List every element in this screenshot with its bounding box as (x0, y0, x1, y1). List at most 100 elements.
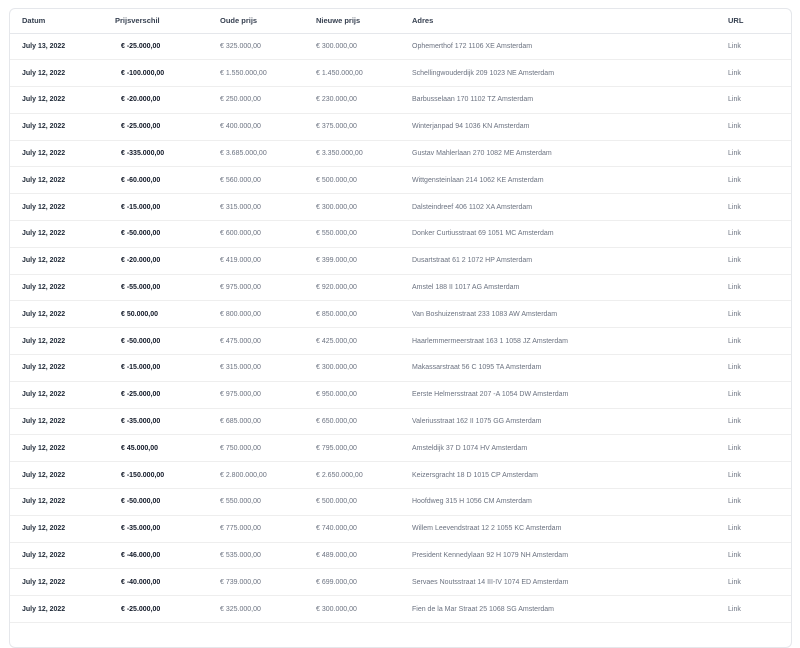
table-row: July 12, 2022 € -20.000,00 € 250.000,00 € 2… (10, 87, 791, 114)
cell-new-price: € 489.000,00 (316, 552, 357, 560)
cell-price-difference: € -50.000,00 (115, 328, 220, 355)
listing-link[interactable]: Link (728, 338, 741, 345)
table-row: July 12, 2022 € -60.000,00 € 560.000,00 € 5… (10, 167, 791, 194)
cell-url: Link (728, 542, 791, 569)
cell-address: President Kennedylaan 92 H 1079 NH Amste… (412, 552, 569, 560)
listing-link[interactable]: Link (728, 498, 741, 505)
cell-old-price: € 775.000,00 (220, 525, 261, 533)
price-difference-value: € -150.000,00 (121, 471, 165, 479)
cell-new-price: € 699.000,00 (316, 578, 357, 586)
listing-link[interactable]: Link (728, 606, 741, 613)
cell-url: Link (728, 462, 791, 489)
listing-link[interactable]: Link (728, 257, 741, 264)
listing-link[interactable]: Link (728, 579, 741, 586)
cell-date: July 12, 2022 (22, 471, 66, 479)
table-row: July 12, 2022 € -55.000,00 € 975.000,00 € 9… (10, 274, 791, 301)
listing-link[interactable]: Link (728, 204, 741, 211)
cell-new-price: € 300.000,00 (316, 203, 357, 211)
cell-url: Link (728, 87, 791, 114)
cell-old-price: € 419.000,00 (220, 257, 261, 265)
table-header-row: Datum Prijsverschil Oude prijs Nieuwe pr… (10, 9, 791, 33)
cell-new-price: € 2.650.000,00 (316, 471, 363, 479)
cell-price-difference: € -20.000,00 (115, 87, 220, 114)
cell-date: July 12, 2022 (22, 525, 66, 533)
listing-link[interactable]: Link (728, 391, 741, 398)
cell-url: Link (728, 328, 791, 355)
table-row: July 12, 2022 € -25.000,00 € 975.000,00 € 9… (10, 381, 791, 409)
listing-link[interactable]: Link (728, 150, 741, 157)
cell-new-price: € 500.000,00 (316, 176, 357, 184)
cell-date: July 13, 2022 (22, 42, 66, 50)
cell-new-price: € 230.000,00 (316, 96, 357, 104)
cell-address: Valeriusstraat 162 II 1075 GG Amsterdam (412, 418, 542, 426)
column-header-url: URL (728, 16, 744, 26)
cell-price-difference: € -55.000,00 (115, 274, 220, 301)
cell-new-price: € 650.000,00 (316, 418, 357, 426)
listing-link[interactable]: Link (728, 70, 741, 77)
table-row: July 12, 2022 € -15.000,00 € 315.000,00 € 3… (10, 355, 791, 382)
price-difference-value: € -46.000,00 (121, 552, 161, 560)
price-difference-value: € 50.000,00 (121, 310, 158, 318)
price-difference-value: € -15.000,00 (121, 203, 161, 211)
cell-url: Link (728, 435, 791, 462)
cell-date: July 12, 2022 (22, 364, 66, 372)
cell-old-price: € 975.000,00 (220, 284, 261, 292)
cell-date: July 12, 2022 (22, 578, 66, 586)
cell-address: Dalsteindreef 406 1102 XA Amsterdam (412, 203, 533, 211)
cell-new-price: € 795.000,00 (316, 444, 357, 452)
listing-link[interactable]: Link (728, 418, 741, 425)
cell-address: Keizersgracht 18 D 1015 CP Amsterdam (412, 471, 538, 479)
cell-old-price: € 800.000,00 (220, 310, 261, 318)
cell-address: Willem Leevendstraat 12 2 1055 KC Amster… (412, 525, 562, 533)
cell-price-difference: € -35.000,00 (115, 408, 220, 435)
cell-url: Link (728, 381, 791, 408)
cell-date: July 12, 2022 (22, 257, 66, 265)
table-row: July 12, 2022 € -25.000,00 € 325.000,00 € 3… (10, 596, 791, 623)
cell-address: Wittgensteinlaan 214 1062 KE Amsterdam (412, 176, 544, 184)
cell-url: Link (728, 408, 791, 435)
listing-link[interactable]: Link (728, 123, 741, 130)
cell-price-difference: € -15.000,00 (115, 355, 220, 382)
listing-link[interactable]: Link (728, 445, 741, 452)
listing-link[interactable]: Link (728, 43, 741, 50)
listing-link[interactable]: Link (728, 364, 741, 371)
cell-date: July 12, 2022 (22, 605, 66, 613)
cell-date: July 12, 2022 (22, 230, 66, 238)
listing-link[interactable]: Link (728, 525, 741, 532)
cell-price-difference: € -25.000,00 (115, 113, 220, 140)
cell-price-difference: € -50.000,00 (115, 489, 220, 516)
listing-link[interactable]: Link (728, 230, 741, 237)
table-row: July 12, 2022 € -50.000,00 € 550.000,00 € 5… (10, 489, 791, 516)
listing-link[interactable]: Link (728, 552, 741, 559)
cell-url: Link (728, 301, 791, 328)
cell-price-difference: € 50.000,00 (115, 301, 220, 328)
cell-old-price: € 550.000,00 (220, 498, 261, 506)
table-row: July 12, 2022 € -50.000,00 € 600.000,00 € 5… (10, 221, 791, 248)
cell-address: Dusartstraat 61 2 1072 HP Amsterdam (412, 257, 533, 265)
cell-old-price: € 600.000,00 (220, 230, 261, 238)
column-header-price-difference: Prijsverschil (115, 16, 160, 26)
listing-link[interactable]: Link (728, 96, 741, 103)
cell-date: July 12, 2022 (22, 498, 66, 506)
price-difference-value: € -55.000,00 (121, 284, 161, 292)
cell-old-price: € 739.000,00 (220, 578, 261, 586)
cell-url: Link (728, 60, 791, 87)
listing-link[interactable]: Link (728, 472, 741, 479)
table-row: July 13, 2022 € -25.000,00 € 325.000,00 € 3… (10, 33, 791, 60)
table-row: July 12, 2022 € -15.000,00 € 315.000,00 € 3… (10, 194, 791, 221)
price-difference-value: € 45.000,00 (121, 444, 158, 452)
cell-old-price: € 3.685.000,00 (220, 150, 267, 158)
cell-address: Winterjanpad 94 1036 KN Amsterdam (412, 123, 530, 131)
price-difference-value: € -15.000,00 (121, 364, 161, 372)
listing-link[interactable]: Link (728, 177, 741, 184)
cell-price-difference: € -25.000,00 (115, 596, 220, 623)
listing-link[interactable]: Link (728, 311, 741, 318)
cell-new-price: € 3.350.000,00 (316, 150, 363, 158)
cell-address: Servaes Noutsstraat 14 III-IV 1074 ED Am… (412, 578, 569, 586)
price-difference-value: € -40.000,00 (121, 578, 161, 586)
price-difference-value: € -25.000,00 (121, 123, 161, 131)
cell-address: Ophemerthof 172 1106 XE Amsterdam (412, 42, 533, 50)
listing-link[interactable]: Link (728, 284, 741, 291)
cell-url: Link (728, 167, 791, 194)
cell-new-price: € 300.000,00 (316, 364, 357, 372)
